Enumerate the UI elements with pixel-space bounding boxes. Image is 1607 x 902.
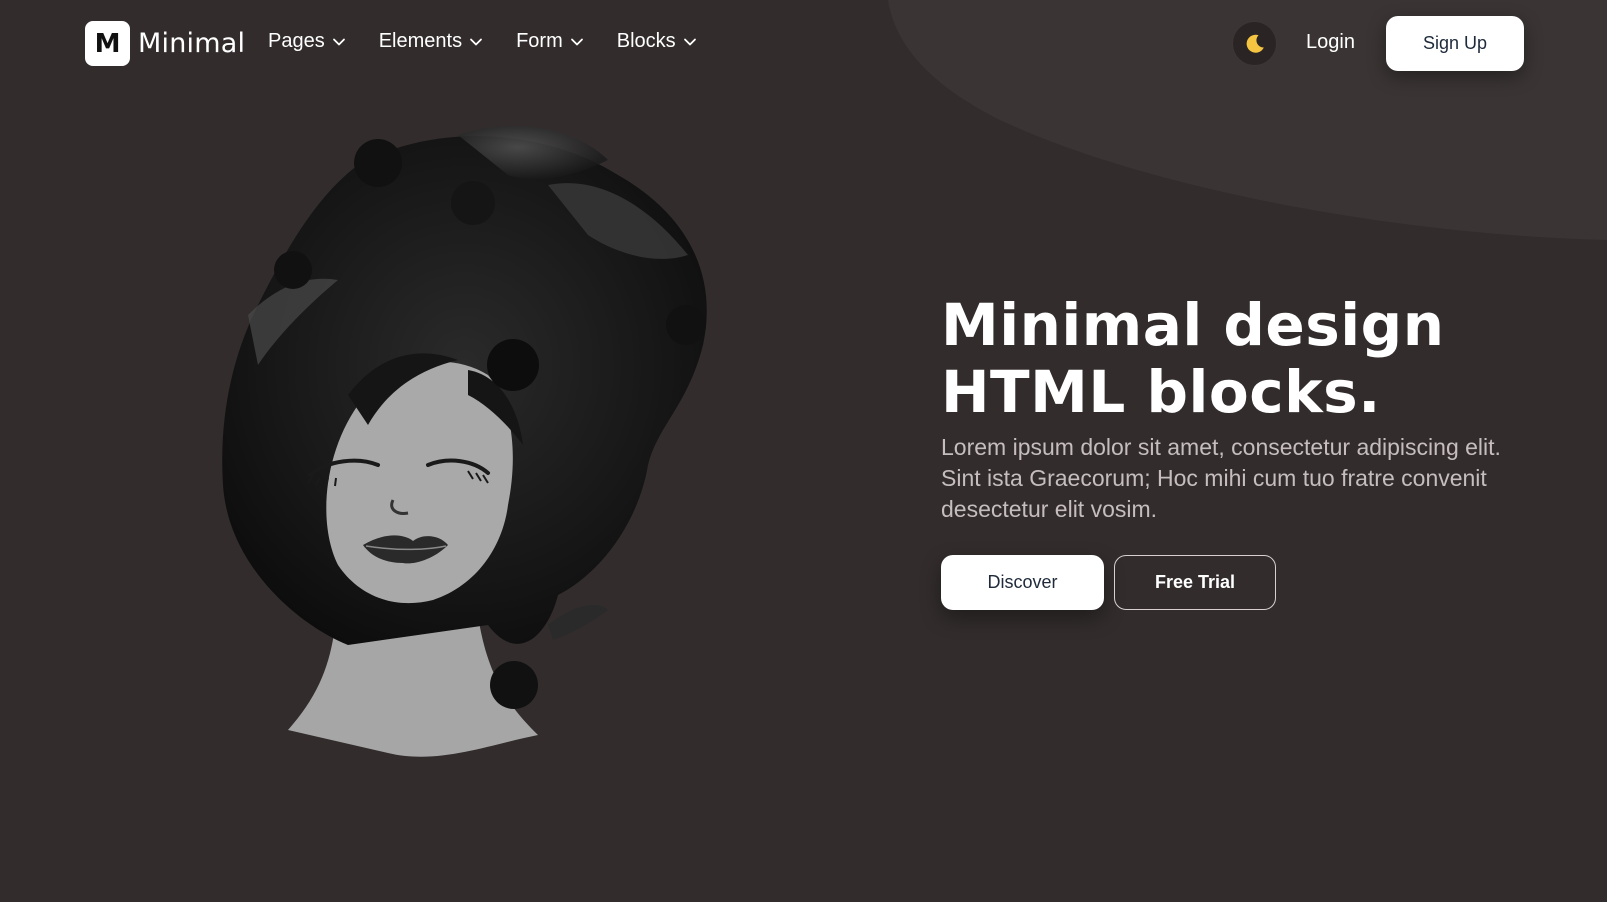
hero-illustration xyxy=(222,125,707,757)
discover-button[interactable]: Discover xyxy=(941,555,1104,610)
free-trial-button[interactable]: Free Trial xyxy=(1114,555,1276,610)
signup-button[interactable]: Sign Up xyxy=(1386,16,1524,71)
menu-item-form[interactable]: Form xyxy=(516,30,584,53)
menu-item-label: Pages xyxy=(268,30,325,52)
menu-item-elements[interactable]: Elements xyxy=(379,30,483,53)
chevron-down-icon xyxy=(332,38,345,45)
logo-mark: M xyxy=(85,21,130,66)
menu-item-pages[interactable]: Pages xyxy=(268,30,346,53)
navbar: M Minimal Pages Elements Form Blocks Log… xyxy=(0,0,1607,88)
brand-logo[interactable]: M Minimal xyxy=(85,21,245,66)
hero-title-line-2: HTML blocks. xyxy=(941,358,1381,426)
hero-title-line-1: Minimal design xyxy=(941,291,1445,359)
moon-icon xyxy=(1246,34,1264,53)
login-link[interactable]: Login xyxy=(1306,31,1355,54)
menu-item-label: Elements xyxy=(378,30,463,52)
chevron-down-icon xyxy=(470,38,482,45)
brand-name: Minimal xyxy=(138,28,246,59)
menu-item-label: Form xyxy=(516,30,563,52)
main-menu: Pages Elements Form Blocks xyxy=(268,30,730,53)
page: M Minimal Pages Elements Form Blocks Log… xyxy=(0,0,1607,902)
menu-item-label: Blocks xyxy=(616,30,676,52)
hero-title: Minimal design HTML blocks. xyxy=(941,292,1561,426)
chevron-down-icon xyxy=(570,38,583,45)
theme-toggle-button[interactable] xyxy=(1232,21,1277,66)
menu-item-blocks[interactable]: Blocks xyxy=(617,30,697,53)
hero-description: Lorem ipsum dolor sit amet, consectetur … xyxy=(941,434,1501,522)
chevron-down-icon xyxy=(683,38,696,45)
